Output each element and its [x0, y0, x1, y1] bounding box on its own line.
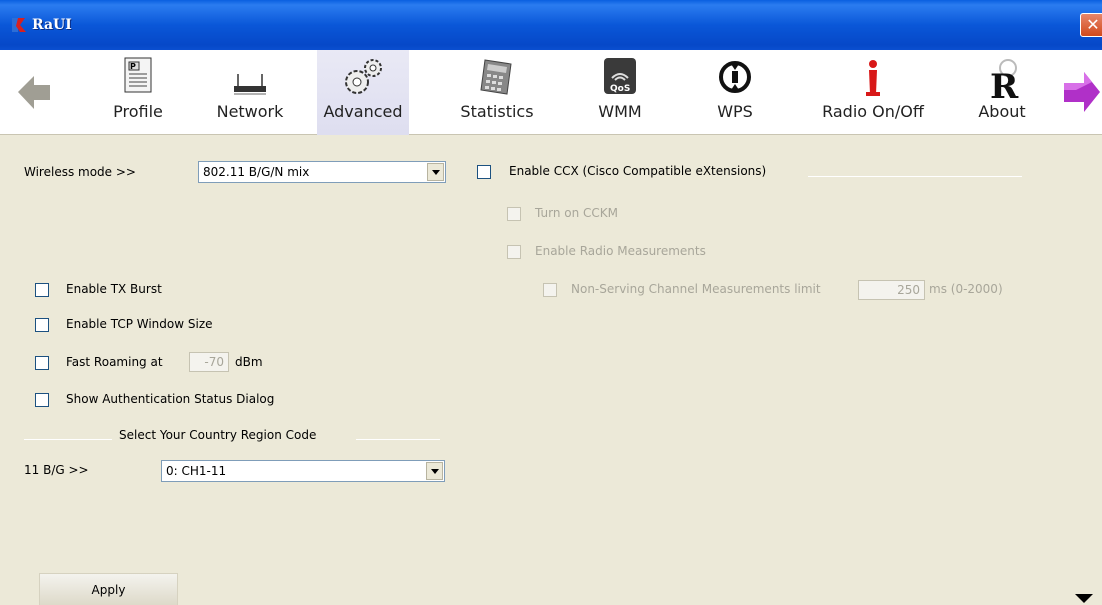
tab-about-label: About	[978, 102, 1026, 121]
tab-wmm-label: WMM	[598, 102, 642, 121]
tab-about[interactable]: R About	[960, 50, 1044, 135]
show-auth-label: Show Authentication Status Dialog	[66, 392, 275, 406]
apply-button[interactable]: Apply	[39, 573, 178, 605]
wireless-mode-label: Wireless mode >>	[24, 165, 136, 179]
tab-network[interactable]: Network	[205, 50, 295, 135]
radio-measurements-checkbox[interactable]	[507, 245, 521, 259]
tab-statistics[interactable]: Statistics	[447, 50, 547, 135]
chevron-down-icon[interactable]	[427, 163, 444, 181]
band-label: 11 B/G >>	[24, 463, 89, 477]
tab-statistics-label: Statistics	[460, 102, 534, 121]
show-auth-checkbox[interactable]	[35, 393, 49, 407]
tab-profile-label: Profile	[113, 102, 163, 121]
scroll-down-icon[interactable]	[1075, 594, 1093, 603]
close-icon: ✕	[1086, 15, 1100, 34]
country-region-select[interactable]: 0: CH1-11	[161, 460, 445, 482]
title-bar: RaUI ✕	[0, 0, 1102, 50]
tab-network-label: Network	[216, 102, 284, 121]
tx-burst-label: Enable TX Burst	[66, 282, 162, 296]
network-icon	[234, 74, 266, 95]
advanced-panel: Wireless mode >> 802.11 B/G/N mix Enable…	[0, 136, 1102, 605]
svg-text:QoS: QoS	[610, 84, 630, 94]
radio-measurements-label: Enable Radio Measurements	[535, 244, 706, 258]
ccx-checkbox[interactable]	[477, 165, 491, 179]
non-serving-checkbox[interactable]	[543, 283, 557, 297]
cckm-checkbox[interactable]	[507, 207, 521, 221]
non-serving-unit: ms (0-2000)	[929, 282, 1003, 296]
fast-roaming-input[interactable]: -70	[189, 352, 229, 372]
qos-icon: QoS	[604, 58, 636, 94]
tcp-window-label: Enable TCP Window Size	[66, 317, 213, 331]
tab-profile[interactable]: P Profile	[93, 50, 183, 135]
fast-roaming-unit: dBm	[235, 355, 263, 369]
tcp-window-checkbox[interactable]	[35, 318, 49, 332]
tab-radio-on-off[interactable]: Radio On/Off	[808, 50, 938, 135]
main-toolbar: P Profile Network Advanced Statistics Qo…	[0, 50, 1102, 135]
svg-text:R: R	[990, 67, 1019, 100]
left-arrow-icon[interactable]	[14, 50, 54, 135]
tab-wps-label: WPS	[717, 102, 753, 121]
wireless-mode-value: 802.11 B/G/N mix	[203, 165, 310, 179]
window-title: RaUI	[32, 17, 72, 33]
wireless-mode-select[interactable]: 802.11 B/G/N mix	[198, 161, 446, 183]
svg-text:P: P	[130, 62, 136, 71]
tab-advanced-label: Advanced	[323, 102, 403, 121]
cckm-label: Turn on CCKM	[535, 206, 618, 220]
about-icon: R	[990, 59, 1019, 100]
close-button[interactable]: ✕	[1080, 13, 1102, 37]
tab-radio-label: Radio On/Off	[822, 102, 924, 121]
divider	[24, 439, 112, 440]
tab-wps[interactable]: WPS	[700, 50, 770, 135]
gears-icon	[345, 59, 382, 94]
country-region-heading: Select Your Country Region Code	[119, 428, 317, 442]
non-serving-label: Non-Serving Channel Measurements limit	[571, 282, 821, 296]
radio-icon	[866, 60, 880, 96]
divider	[356, 439, 440, 440]
tab-advanced[interactable]: Advanced	[317, 50, 409, 135]
country-region-value: 0: CH1-11	[166, 464, 227, 478]
wps-icon	[719, 61, 751, 93]
ccx-label: Enable CCX (Cisco Compatible eXtensions)	[509, 164, 767, 178]
non-serving-input[interactable]: 250	[858, 280, 925, 300]
fast-roaming-checkbox[interactable]	[35, 356, 49, 370]
app-logo-icon	[12, 18, 26, 32]
profile-icon: P	[124, 57, 152, 93]
fast-roaming-label: Fast Roaming at	[66, 355, 163, 369]
divider	[808, 176, 1022, 177]
right-arrow-icon[interactable]	[1062, 50, 1102, 135]
chevron-down-icon[interactable]	[426, 462, 443, 480]
calculator-icon	[480, 59, 512, 95]
tx-burst-checkbox[interactable]	[35, 283, 49, 297]
tab-wmm[interactable]: QoS WMM	[580, 50, 660, 135]
